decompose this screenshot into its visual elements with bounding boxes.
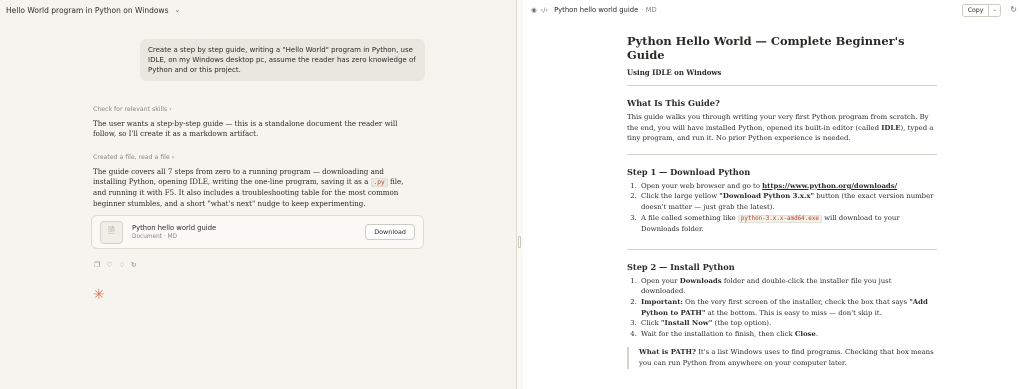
retry-icon[interactable]: ↻ <box>131 261 137 269</box>
list-item: Click the large yellow "Download Python … <box>639 191 937 212</box>
divider <box>627 85 937 86</box>
code-view-icon[interactable]: ‹/› <box>541 6 548 14</box>
divider <box>627 248 937 250</box>
list-item: Open your Downloads folder and double-cl… <box>639 276 937 297</box>
list-item: Important: On the very first screen of t… <box>639 297 937 318</box>
pane-divider <box>516 0 517 389</box>
thumbs-up-icon[interactable]: ♡ <box>106 261 112 269</box>
conversation-header[interactable]: Hello World program in Python on Windows… <box>0 0 516 20</box>
download-button[interactable]: Download <box>365 224 415 240</box>
inline-code: .py <box>370 178 388 188</box>
copy-button[interactable]: Copy <box>961 4 990 17</box>
preview-eye-icon[interactable]: ◉ <box>531 6 537 14</box>
chevron-down-icon[interactable]: ⌄ <box>174 6 180 14</box>
assistant-paragraph-2: The guide covers all 7 steps from zero t… <box>93 167 404 208</box>
section-paragraph: This guide walks you through writing you… <box>627 113 934 143</box>
document-icon: 🗎 <box>100 220 123 244</box>
inline-code: python-3.x.x-amd64.exe <box>737 214 822 223</box>
document-content: Python Hello World — Complete Beginner's… <box>627 34 937 369</box>
artifact-type: · MD <box>641 6 657 14</box>
skills-check-link[interactable]: Check for relevant skills › <box>93 106 172 113</box>
path-note: What is PATH? It's a list Windows uses t… <box>627 347 937 369</box>
divider <box>627 153 937 155</box>
section-heading: Step 2 — Install Python <box>627 261 735 272</box>
python-download-link[interactable]: https://www.python.org/downloads/ <box>762 182 897 190</box>
artifact-title: Python hello world guide <box>132 224 217 232</box>
assistant-paragraph-1: The user wants a step-by-step guide — th… <box>93 119 398 139</box>
step-list: Open your Downloads folder and double-cl… <box>627 276 937 340</box>
artifact-toolbar: ◉ ‹/› Python hello world guide · MD <box>523 0 1023 20</box>
user-message: Create a step by step guide, writing a "… <box>140 39 425 81</box>
chevron-down-icon[interactable]: ⌄ <box>989 4 1001 17</box>
claude-spark-icon: ✳ <box>93 287 105 303</box>
list-item: Open your web browser and go to https://… <box>639 181 937 192</box>
list-item: Click "Install Now" (the top option). <box>639 318 937 329</box>
artifact-card[interactable]: 🗎 Python hello world guide Document · MD… <box>91 215 424 249</box>
artifact-panel-title: Python hello world guide <box>554 6 639 14</box>
resize-handle[interactable] <box>518 236 521 248</box>
section-heading: What Is This Guide? <box>627 98 720 108</box>
file-actions-link[interactable]: Created a file, read a file › <box>93 154 174 161</box>
thumbs-down-icon[interactable]: ♢ <box>119 261 125 269</box>
copy-group: Copy ⌄ <box>961 4 1001 17</box>
artifact-panel: ◉ ‹/› Python hello world guide · MD Copy… <box>523 0 1023 389</box>
list-item: Wait for the installation to finish, the… <box>639 329 937 340</box>
section-heading: Step 1 — Download Python <box>627 166 751 177</box>
message-actions: ❐ ♡ ♢ ↻ <box>94 261 137 269</box>
doc-title: Python Hello World — Complete Beginner's… <box>627 34 905 62</box>
artifact-subtitle: Document · MD <box>132 234 178 240</box>
chevron-right-icon: › <box>169 106 172 113</box>
refresh-icon[interactable]: ↻ <box>1010 5 1017 14</box>
doc-subtitle: Using IDLE on Windows <box>627 68 722 77</box>
copy-icon[interactable]: ❐ <box>94 261 100 269</box>
chevron-right-icon: › <box>171 154 175 161</box>
list-item: A file called something like python-3.x.… <box>639 213 937 235</box>
chat-pane: Hello World program in Python on Windows… <box>0 0 516 389</box>
step-list: Open your web browser and go to https://… <box>627 181 937 235</box>
conversation-title[interactable]: Hello World program in Python on Windows <box>6 6 168 15</box>
